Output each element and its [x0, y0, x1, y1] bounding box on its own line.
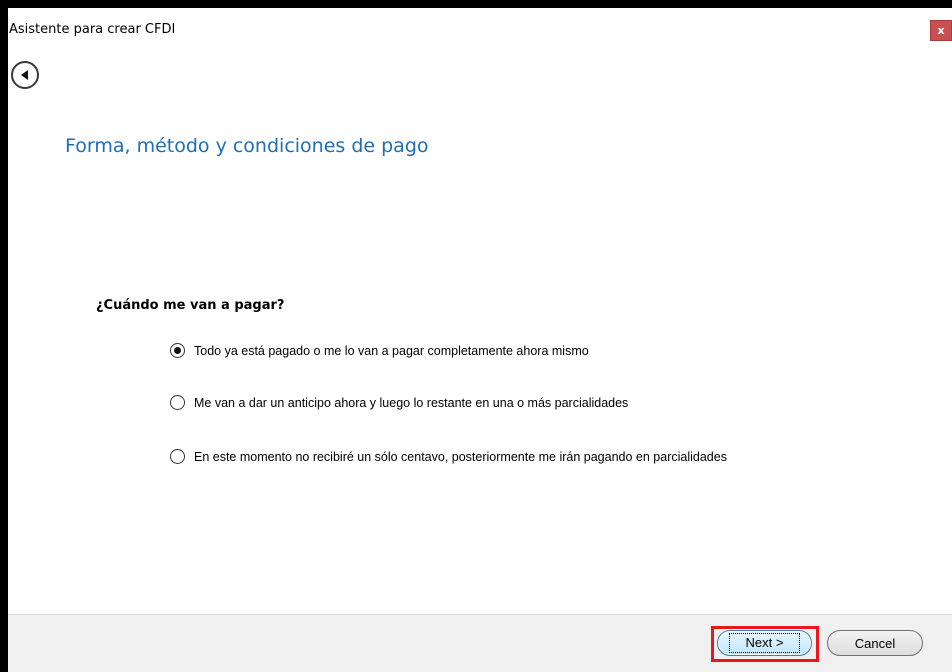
option-advance-then-installments[interactable]: Me van a dar un anticipo ahora y luego l… [170, 395, 628, 410]
option-installments-later[interactable]: En este momento no recibiré un sólo cent… [170, 449, 727, 464]
option-paid-now[interactable]: Todo ya está pagado o me lo van a pagar … [170, 343, 589, 358]
window-title: Asistente para crear CFDI [9, 22, 176, 37]
payment-question: ¿Cuándo me van a pagar? [96, 298, 285, 313]
option-advance-then-installments-label: Me van a dar un anticipo ahora y luego l… [194, 395, 629, 410]
wizard-client-area: Asistente para crear CFDI x Forma, métod… [8, 8, 952, 672]
next-button[interactable]: Next > [717, 630, 812, 656]
back-button[interactable] [11, 61, 39, 89]
back-arrow-icon [21, 70, 28, 80]
page-heading: Forma, método y condiciones de pago [65, 135, 429, 157]
radio-paid-now[interactable] [170, 343, 185, 358]
radio-selected-dot [174, 347, 181, 354]
radio-installments-later[interactable] [170, 449, 185, 464]
close-button[interactable]: x [930, 20, 952, 41]
next-button-label: Next > [728, 633, 801, 653]
cancel-button-label: Cancel [854, 635, 896, 651]
close-icon: x [937, 24, 945, 37]
radio-advance-then-installments[interactable] [170, 395, 185, 410]
cancel-button[interactable]: Cancel [827, 630, 923, 656]
option-paid-now-label: Todo ya está pagado o me lo van a pagar … [194, 343, 589, 358]
wizard-window: Asistente para crear CFDI x Forma, métod… [0, 0, 952, 672]
option-installments-later-label: En este momento no recibiré un sólo cent… [194, 449, 727, 464]
